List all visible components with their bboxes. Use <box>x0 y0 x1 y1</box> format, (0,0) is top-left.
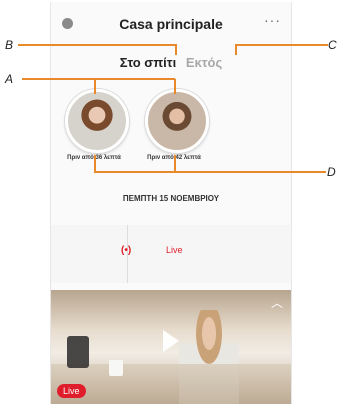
callout-lines <box>18 44 328 173</box>
callout-label-c: C <box>328 38 337 52</box>
callout-a-line <box>22 78 96 94</box>
callout-label-a: A <box>5 72 14 86</box>
callout-c-line <box>235 44 328 55</box>
callout-label-b: B <box>5 38 14 52</box>
callout-label-d: D <box>327 165 336 179</box>
callout-d-line <box>94 155 326 173</box>
callout-b-line <box>18 44 177 55</box>
